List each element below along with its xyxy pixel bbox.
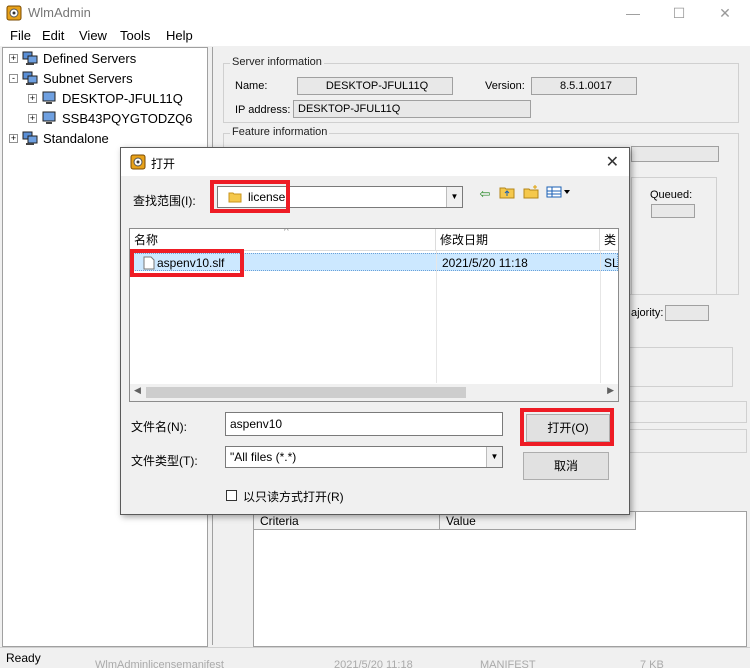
horizontal-scrollbar[interactable]: ◀ ▶: [130, 384, 618, 401]
tree-item-label: SSB43PQYGTODZQ6: [62, 111, 193, 126]
chevron-down-icon[interactable]: ▼: [486, 447, 502, 467]
name-label: Name:: [235, 80, 268, 92]
scroll-thumb[interactable]: [146, 387, 466, 398]
up-folder-icon[interactable]: [497, 185, 517, 203]
column-header-date[interactable]: 修改日期: [436, 229, 600, 251]
ghost-date: 2021/5/20 11:18: [334, 659, 413, 668]
collapse-icon[interactable]: -: [9, 74, 18, 83]
maximize-icon[interactable]: ☐: [656, 0, 702, 26]
menu-tools[interactable]: Tools: [120, 28, 150, 43]
ghost-type: MANIFEST: [480, 659, 536, 668]
chevron-down-icon[interactable]: ▼: [446, 187, 462, 207]
lookin-label: 查找范围(I):: [133, 194, 196, 208]
expand-icon[interactable]: +: [9, 134, 18, 143]
menu-edit[interactable]: Edit: [42, 28, 64, 43]
stats-group: [623, 347, 733, 387]
column-header-name[interactable]: 名称: [130, 229, 436, 251]
version-label: Version:: [485, 80, 525, 92]
queued-label: Queued:: [650, 189, 693, 201]
open-file-dialog: 打开 ✕ 查找范围(I): license ▼ ⇦ 名称 ^ 修改日期 类 as…: [120, 147, 630, 515]
tree-item-label: Standalone: [43, 131, 109, 146]
window-title: WlmAdmin: [28, 5, 91, 20]
filename-input[interactable]: aspenv10: [225, 412, 503, 436]
version-field: 8.5.1.0017: [531, 77, 637, 95]
lookin-value: license: [248, 190, 286, 204]
open-button[interactable]: 打开(O): [526, 414, 610, 442]
tree-item-label: DESKTOP-JFUL11Q: [62, 91, 183, 106]
filename-value: aspenv10: [230, 417, 283, 431]
back-icon[interactable]: ⇦: [475, 185, 495, 203]
ghost-size: 7 KB: [640, 659, 664, 668]
scroll-right-icon[interactable]: ▶: [607, 385, 614, 396]
servers-icon: [22, 71, 38, 85]
column-header-type[interactable]: 类: [600, 229, 618, 251]
group-caption: Server information: [230, 56, 324, 68]
dialog-close-icon[interactable]: ✕: [606, 152, 619, 172]
view-menu-icon[interactable]: [545, 185, 573, 203]
sort-asc-icon: ^: [284, 228, 289, 237]
filetype-select[interactable]: "All files (*.*) ▼: [225, 446, 503, 468]
status-text: Ready: [6, 651, 41, 665]
tree-item-label: Defined Servers: [43, 51, 137, 66]
menu-view[interactable]: View: [79, 28, 107, 43]
menu-bar: File Edit View Tools Help: [0, 26, 750, 46]
queued-field: [651, 204, 695, 218]
wlmadmin-app-icon: [6, 5, 22, 21]
expand-icon[interactable]: +: [9, 54, 18, 63]
majority-label: ajority:: [631, 307, 664, 319]
majority-field: [665, 305, 709, 321]
dialog-app-icon: [130, 154, 146, 170]
minimize-icon[interactable]: —: [610, 0, 656, 26]
window-titlebar: WlmAdmin — ☐ ✕: [0, 0, 750, 26]
servers-icon: [22, 51, 38, 65]
filename-label: 文件名(N):: [131, 420, 187, 434]
close-icon[interactable]: ✕: [702, 0, 748, 26]
file-name: aspenv10.slf: [157, 256, 225, 270]
status-bar: Ready WlmAdminlicensemanifest 2021/5/20 …: [0, 647, 750, 668]
readonly-checkbox[interactable]: [226, 490, 237, 501]
tree-item-label: Subnet Servers: [43, 71, 133, 86]
cancel-button[interactable]: 取消: [523, 452, 609, 480]
server-name-field: DESKTOP-JFUL11Q: [297, 77, 453, 95]
readonly-label: 以只读方式打开(R): [243, 490, 344, 504]
file-date: 2021/5/20 11:18: [442, 256, 528, 270]
expand-icon[interactable]: +: [28, 114, 37, 123]
scroll-left-icon[interactable]: ◀: [134, 385, 141, 396]
computer-icon: [42, 91, 56, 104]
file-type: SL: [604, 256, 619, 270]
feature-field: [631, 146, 719, 162]
ip-field: DESKTOP-JFUL11Q: [293, 100, 531, 118]
ghost-filename: WlmAdminlicensemanifest: [95, 659, 224, 668]
group-caption: Feature information: [230, 126, 330, 138]
folder-icon: [228, 192, 242, 203]
servers-icon: [22, 131, 38, 145]
lookin-combo[interactable]: license ▼: [217, 186, 463, 208]
file-row[interactable]: aspenv10.slf 2021/5/20 11:18 SL: [130, 253, 618, 271]
ip-label: IP address:: [235, 104, 291, 116]
new-folder-icon[interactable]: [521, 185, 541, 203]
file-icon: [143, 256, 155, 270]
column-divider: [436, 251, 437, 383]
column-divider: [600, 251, 601, 383]
dialog-titlebar: 打开 ✕: [121, 148, 629, 176]
filetype-value: "All files (*.*): [230, 450, 297, 464]
dialog-title: 打开: [151, 157, 176, 171]
expand-icon[interactable]: +: [28, 94, 37, 103]
menu-file[interactable]: File: [10, 28, 31, 43]
menu-help[interactable]: Help: [166, 28, 193, 43]
criteria-table[interactable]: Criteria Value: [253, 511, 747, 647]
computer-icon: [42, 111, 56, 124]
file-list[interactable]: 名称 ^ 修改日期 类 aspenv10.slf 2021/5/20 11:18…: [129, 228, 619, 402]
filetype-label: 文件类型(T):: [131, 454, 198, 468]
